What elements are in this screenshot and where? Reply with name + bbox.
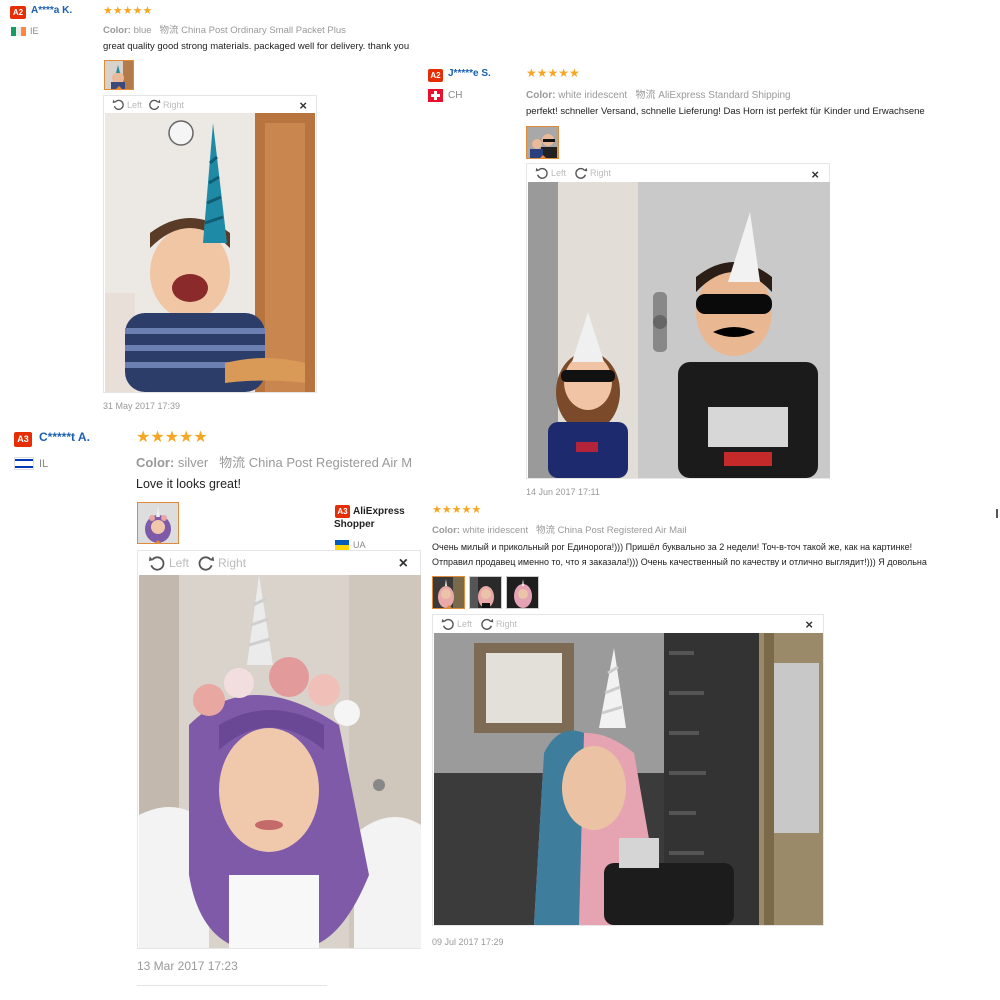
close-viewer-button[interactable]: × xyxy=(399,555,408,573)
divider xyxy=(137,985,327,986)
shipping-method: AliExpress Standard Shipping xyxy=(658,90,791,101)
reviewer-name-line-1: AliExpress xyxy=(353,506,405,517)
reviewer-country: IE xyxy=(30,26,39,36)
close-viewer-button[interactable]: × xyxy=(299,98,307,113)
color-value: silver xyxy=(177,455,209,470)
photo-viewer: Left Right × xyxy=(137,550,421,949)
shipping-icon: 物流 xyxy=(536,525,556,536)
reviewer-country: CH xyxy=(448,90,463,101)
rotate-right-button[interactable]: Right xyxy=(480,617,517,631)
user-level-badge: A2 xyxy=(10,6,26,19)
star-rating: ★★★★★ xyxy=(136,429,208,446)
rotate-right-button[interactable]: Right xyxy=(148,98,184,111)
star-rating: ★★★★★ xyxy=(103,5,153,17)
order-info: Color: white iridescent 物流 China Post Re… xyxy=(432,522,687,536)
scroll-marker xyxy=(996,509,998,518)
user-level-badge: A2 xyxy=(428,69,443,82)
shipping-icon: 物流 xyxy=(159,25,179,36)
color-label: Color: xyxy=(136,455,175,470)
flag-icon-ch xyxy=(428,89,443,102)
rotate-left-icon xyxy=(112,99,124,110)
rotate-left-icon xyxy=(148,556,165,571)
color-label: Color: xyxy=(103,25,131,36)
review-photo[interactable] xyxy=(434,633,823,925)
photo-viewer: Left Right × xyxy=(526,163,830,479)
rotate-right-icon xyxy=(575,167,588,179)
rotate-right-button[interactable]: Right xyxy=(197,554,246,572)
close-viewer-button[interactable]: × xyxy=(811,167,819,182)
shipping-method: China Post Registered Air M xyxy=(248,455,413,470)
flag-icon-il xyxy=(14,457,34,470)
color-label: Color: xyxy=(526,90,556,101)
rotate-right-label: Right xyxy=(163,99,185,110)
photo-thumbnail-2[interactable] xyxy=(469,576,502,609)
review-photo[interactable] xyxy=(139,575,421,948)
review-text: perfekt! schneller Versand, schnelle Lie… xyxy=(526,106,925,117)
rotate-right-label: Right xyxy=(590,168,612,178)
reviewer-name[interactable]: J*****e S. xyxy=(448,68,491,79)
reviewer-name[interactable]: C*****t A. xyxy=(39,430,90,444)
review-date: 14 Jun 2017 17:11 xyxy=(526,487,600,497)
star-rating: ★★★★★ xyxy=(526,66,580,80)
rotate-left-label: Left xyxy=(127,99,143,110)
order-info: Color: blue 物流 China Post Ordinary Small… xyxy=(103,22,346,36)
photo-viewer: Left Right × xyxy=(432,614,824,926)
rotate-left-label: Left xyxy=(551,168,567,178)
review-date: 13 Mar 2017 17:23 xyxy=(137,959,238,973)
rotate-left-icon xyxy=(441,618,454,630)
reviewer-country: UA xyxy=(353,540,366,550)
rotate-left-button[interactable]: Left xyxy=(148,554,189,572)
photo-thumbnail[interactable] xyxy=(526,126,559,159)
color-label: Color: xyxy=(432,525,460,536)
color-value: white iridescent xyxy=(462,525,529,536)
rotate-left-button[interactable]: Left xyxy=(441,617,472,631)
reviewer-name[interactable]: AliExpress xyxy=(353,504,405,519)
rotate-right-button[interactable]: Right xyxy=(574,166,611,180)
flag-icon-ie xyxy=(11,27,26,36)
rotate-right-label: Right xyxy=(496,619,518,629)
review-date: 31 May 2017 17:39 xyxy=(103,401,181,411)
shipping-icon: 物流 xyxy=(635,90,656,101)
reviewer-name[interactable]: A****a K. xyxy=(31,5,72,16)
close-viewer-button[interactable]: × xyxy=(805,617,813,632)
user-level-badge: A3 xyxy=(14,432,32,447)
review-photo[interactable] xyxy=(105,113,315,392)
review-text: great quality good strong materials. pac… xyxy=(103,41,410,52)
review-text-line-2: Отправил продавец именно то, что я заказ… xyxy=(432,557,927,567)
rotate-left-label: Left xyxy=(169,556,190,570)
shipping-method: China Post Registered Air Mail xyxy=(557,525,687,536)
order-info: Color: white iridescent 物流 AliExpress St… xyxy=(526,86,791,101)
reviewer-country: IL xyxy=(39,458,49,470)
shipping-method: China Post Ordinary Small Packet Plus xyxy=(181,25,346,36)
star-rating: ★★★★★ xyxy=(432,504,482,516)
rotate-right-label: Right xyxy=(218,556,247,570)
shipping-icon: 物流 xyxy=(219,455,246,470)
rotate-right-icon xyxy=(481,618,494,630)
order-info: Color: silver 物流 China Post Registered A… xyxy=(136,452,414,471)
rotate-left-button[interactable]: Left xyxy=(112,98,142,111)
rotate-right-icon xyxy=(198,556,215,571)
review-photo[interactable] xyxy=(528,182,830,478)
photo-thumbnail-1[interactable] xyxy=(432,576,465,609)
flag-icon-ua xyxy=(335,540,349,550)
color-value: white iridescent xyxy=(558,90,628,101)
review-text: Love it looks great! xyxy=(136,477,241,491)
user-level-badge: A3 xyxy=(335,505,350,518)
rotate-left-label: Left xyxy=(457,619,473,629)
rotate-left-icon xyxy=(535,167,548,179)
review-text-line-1: Очень милый и прикольный рог Единорога!)… xyxy=(432,542,913,552)
rotate-left-button[interactable]: Left xyxy=(535,166,566,180)
rotate-right-icon xyxy=(149,99,161,110)
photo-thumbnail-3[interactable] xyxy=(506,576,539,609)
photo-viewer: Left Right × xyxy=(103,95,317,393)
photo-thumbnail[interactable] xyxy=(104,60,134,90)
photo-thumbnail[interactable] xyxy=(137,502,179,544)
reviewer-name-continued[interactable]: Shopper xyxy=(334,519,375,530)
color-value: blue xyxy=(133,25,152,36)
review-date: 09 Jul 2017 17:29 xyxy=(432,937,504,947)
